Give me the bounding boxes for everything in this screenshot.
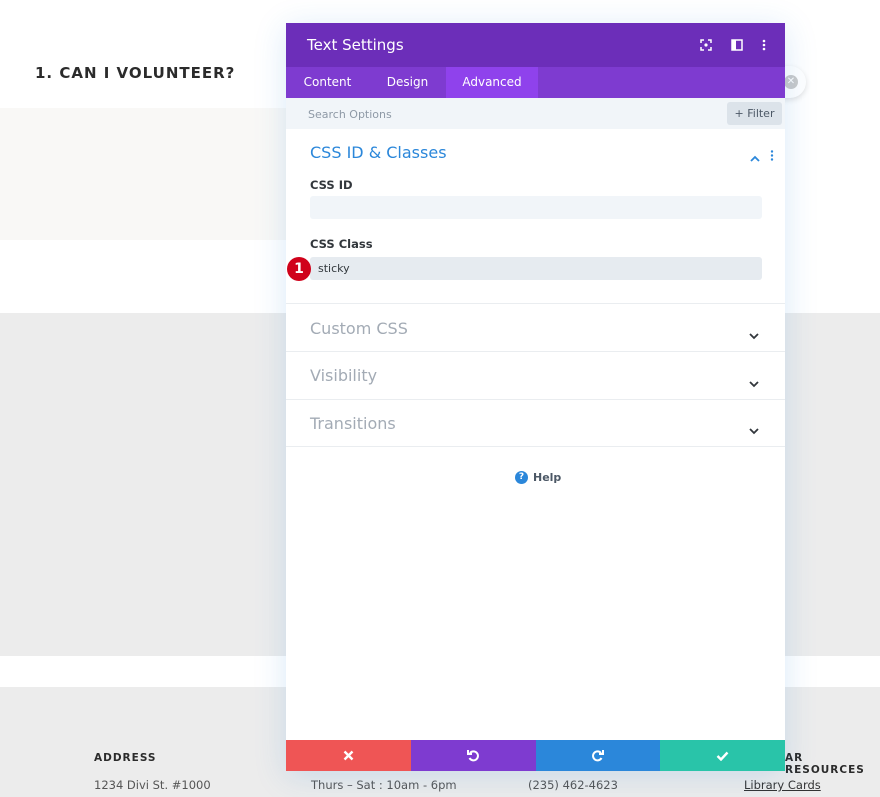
css-class-input[interactable] <box>310 257 762 280</box>
close-icon <box>343 750 354 761</box>
custom-css-toggle[interactable]: Custom CSS <box>310 319 408 338</box>
save-button[interactable] <box>660 740 785 771</box>
chevron-down-icon[interactable] <box>749 325 759 344</box>
chevron-up-icon[interactable] <box>750 147 760 166</box>
help-label: Help <box>533 471 562 484</box>
close-icon: ✕ <box>784 75 798 89</box>
css-id-input[interactable] <box>310 196 762 219</box>
split-view-icon[interactable] <box>728 36 746 54</box>
redo-button[interactable] <box>535 740 661 771</box>
visibility-toggle[interactable]: Visibility <box>310 366 377 385</box>
filter-label: Filter <box>747 107 775 120</box>
page-heading: 1. CAN I VOLUNTEER? <box>35 64 236 82</box>
chevron-down-icon[interactable] <box>749 373 759 392</box>
footer-resources-heading: AR RESOURCES <box>785 752 865 776</box>
tab-advanced[interactable]: Advanced <box>446 67 538 98</box>
section-more-icon[interactable] <box>770 146 774 165</box>
search-options-input[interactable] <box>308 104 688 124</box>
footer-address-heading: ADDRESS <box>94 752 157 764</box>
modal-title: Text Settings <box>307 36 404 54</box>
css-class-label: CSS Class <box>310 237 373 251</box>
plus-icon: + <box>734 107 744 120</box>
section-title[interactable]: CSS ID & Classes <box>310 143 447 162</box>
cancel-button[interactable] <box>286 740 411 771</box>
tab-design[interactable]: Design <box>369 67 446 98</box>
divider <box>286 351 785 352</box>
settings-modal: Text Settings Content Design Advanced + … <box>286 23 785 771</box>
modal-header: Text Settings <box>286 23 785 67</box>
modal-footer <box>286 740 785 771</box>
footer-address: 1234 Divi St. #1000 <box>94 778 211 792</box>
divider <box>286 303 785 304</box>
footer-phone: (235) 462-4623 <box>528 778 618 792</box>
help-link[interactable]: ? Help <box>515 471 561 484</box>
css-id-label: CSS ID <box>310 178 353 192</box>
chevron-down-icon[interactable] <box>749 420 759 439</box>
content-band <box>0 108 290 240</box>
step-badge: 1 <box>287 257 311 281</box>
more-icon[interactable] <box>755 36 773 54</box>
tab-content[interactable]: Content <box>286 67 369 98</box>
undo-icon <box>466 750 479 762</box>
check-icon <box>716 751 729 761</box>
search-bar: + Filter <box>286 98 785 129</box>
transitions-toggle[interactable]: Transitions <box>310 414 396 433</box>
divider <box>286 399 785 400</box>
modal-tabs: Content Design Advanced <box>286 67 785 98</box>
undo-button[interactable] <box>410 740 536 771</box>
focus-icon[interactable] <box>697 36 715 54</box>
footer-hours: Thurs – Sat : 10am - 6pm <box>311 778 457 792</box>
help-icon: ? <box>515 471 528 484</box>
redo-icon <box>592 750 605 762</box>
divider <box>286 446 785 447</box>
footer-library-cards-link[interactable]: Library Cards <box>744 778 821 792</box>
filter-button[interactable]: + Filter <box>727 102 782 125</box>
